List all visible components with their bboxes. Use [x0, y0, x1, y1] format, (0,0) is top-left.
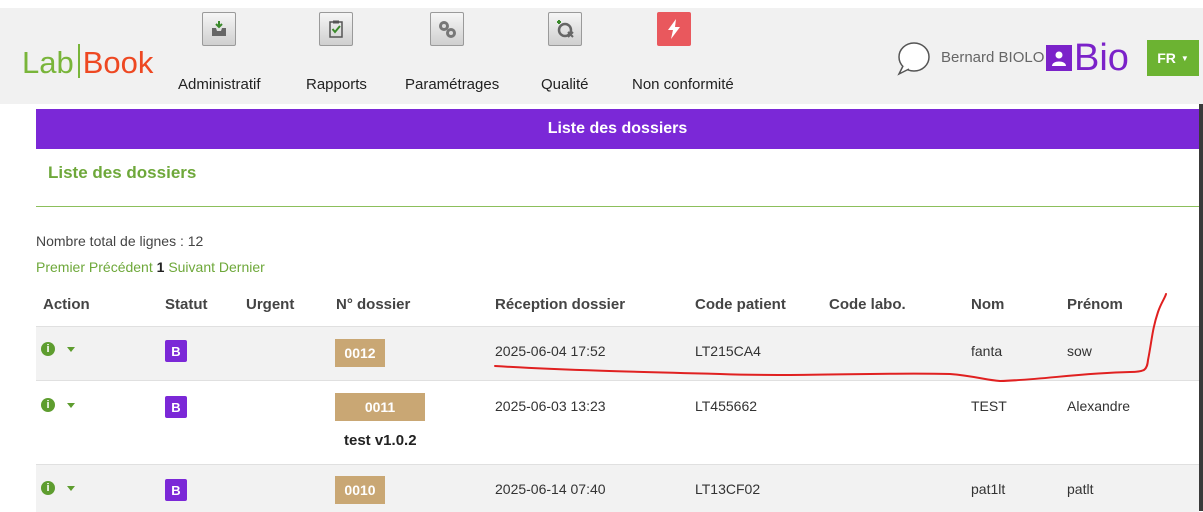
pager-last-link[interactable]: Dernier: [219, 259, 265, 275]
row-action-caret-icon[interactable]: [67, 403, 75, 408]
logo-book-text: Book: [82, 45, 154, 80]
nav-non-conformite[interactable]: Non conformité: [632, 12, 734, 93]
row-action-caret-icon[interactable]: [67, 347, 75, 352]
dossier-note: test v1.0.2: [344, 432, 417, 449]
app-header: Lab Book Administratif Rapports Paramétra…: [0, 0, 1203, 104]
pagination: Premier Précédent 1 Suivant Dernier: [36, 259, 265, 275]
pager-first-link[interactable]: Premier: [36, 259, 85, 275]
clipboard-check-icon: [319, 12, 354, 46]
code-patient: LT455662: [695, 398, 758, 414]
reception-date: 2025-06-03 13:23: [495, 398, 606, 414]
user-name[interactable]: Bernard BIOLO: [941, 49, 1044, 66]
nav-parametrages[interactable]: Paramétrages: [405, 12, 499, 93]
column-header-nom[interactable]: Nom: [971, 296, 1004, 313]
dossier-number-button[interactable]: 0012: [335, 339, 385, 367]
code-patient: LT13CF02: [695, 481, 761, 497]
column-header-statut[interactable]: Statut: [165, 296, 208, 313]
status-badge: B: [165, 396, 187, 418]
caret-down-icon: ▼: [1180, 53, 1189, 63]
reception-date: 2025-06-04 17:52: [495, 343, 606, 359]
patient-nom: pat1lt: [971, 481, 1006, 497]
language-label: FR: [1157, 50, 1176, 66]
dossier-number-button[interactable]: 0010: [335, 476, 385, 504]
pager-next-link[interactable]: Suivant: [168, 259, 215, 275]
nav-administratif[interactable]: Administratif: [178, 12, 261, 93]
language-dropdown[interactable]: FR ▼: [1147, 40, 1199, 76]
status-badge: B: [165, 340, 187, 362]
info-icon[interactable]: i: [41, 398, 55, 412]
bio-logo-text: Bio: [1074, 37, 1129, 79]
nav-administratif-label: Administratif: [178, 76, 261, 93]
column-header-dossier[interactable]: N° dossier: [336, 296, 410, 313]
logo-lab-text: Lab: [22, 45, 74, 80]
lightning-icon: [657, 12, 691, 46]
status-badge: B: [165, 479, 187, 501]
code-patient: LT215CA4: [695, 343, 761, 359]
table-row: [36, 380, 1199, 464]
dossier-number-button[interactable]: 0011: [335, 393, 425, 421]
pager-prev-link[interactable]: Précédent: [89, 259, 153, 275]
nav-rapports[interactable]: Rapports: [306, 12, 367, 93]
bio-logo: Bio: [1046, 37, 1129, 79]
column-header-urgent[interactable]: Urgent: [246, 296, 294, 313]
inbox-tray-icon: [202, 12, 237, 46]
section-divider: [36, 206, 1199, 207]
quality-puzzle-icon: [547, 12, 582, 46]
info-icon[interactable]: i: [41, 342, 55, 356]
nav-qualite-label: Qualité: [541, 76, 589, 93]
nav-rapports-label: Rapports: [306, 76, 367, 93]
patient-prenom: sow: [1067, 343, 1092, 359]
total-lines-count: Nombre total de lignes : 12: [36, 233, 204, 249]
column-header-action: Action: [43, 296, 90, 313]
page-title-bar: Liste des dossiers: [36, 109, 1199, 149]
nav-parametrages-label: Paramétrages: [405, 76, 500, 93]
table-row: [36, 326, 1199, 380]
patient-nom: fanta: [971, 343, 1003, 359]
logo-separator: [77, 44, 80, 78]
table-row: [36, 464, 1199, 512]
reception-date: 2025-06-14 07:40: [495, 481, 606, 497]
pager-current-page: 1: [156, 259, 165, 275]
column-header-prenom[interactable]: Prénom: [1067, 296, 1123, 313]
column-header-reception[interactable]: Réception dossier: [495, 296, 625, 313]
nav-non-conformite-label: Non conformité: [632, 76, 734, 93]
row-action-caret-icon[interactable]: [67, 486, 75, 491]
nav-qualite[interactable]: Qualité: [541, 12, 589, 93]
patient-prenom: Alexandre: [1067, 398, 1131, 414]
page-scrollbar[interactable]: [1199, 104, 1203, 511]
info-icon[interactable]: i: [41, 481, 55, 495]
user-badge-icon: [1046, 45, 1072, 71]
column-header-code-patient[interactable]: Code patient: [695, 296, 786, 313]
patient-nom: TEST: [971, 398, 1007, 414]
chat-bubble-icon[interactable]: [895, 40, 931, 76]
column-header-code-labo[interactable]: Code labo.: [829, 296, 906, 313]
patient-prenom: patlt: [1067, 481, 1094, 497]
labbook-logo[interactable]: Lab Book: [22, 44, 153, 81]
gears-icon: [430, 12, 464, 46]
section-title: Liste des dossiers: [48, 163, 197, 182]
